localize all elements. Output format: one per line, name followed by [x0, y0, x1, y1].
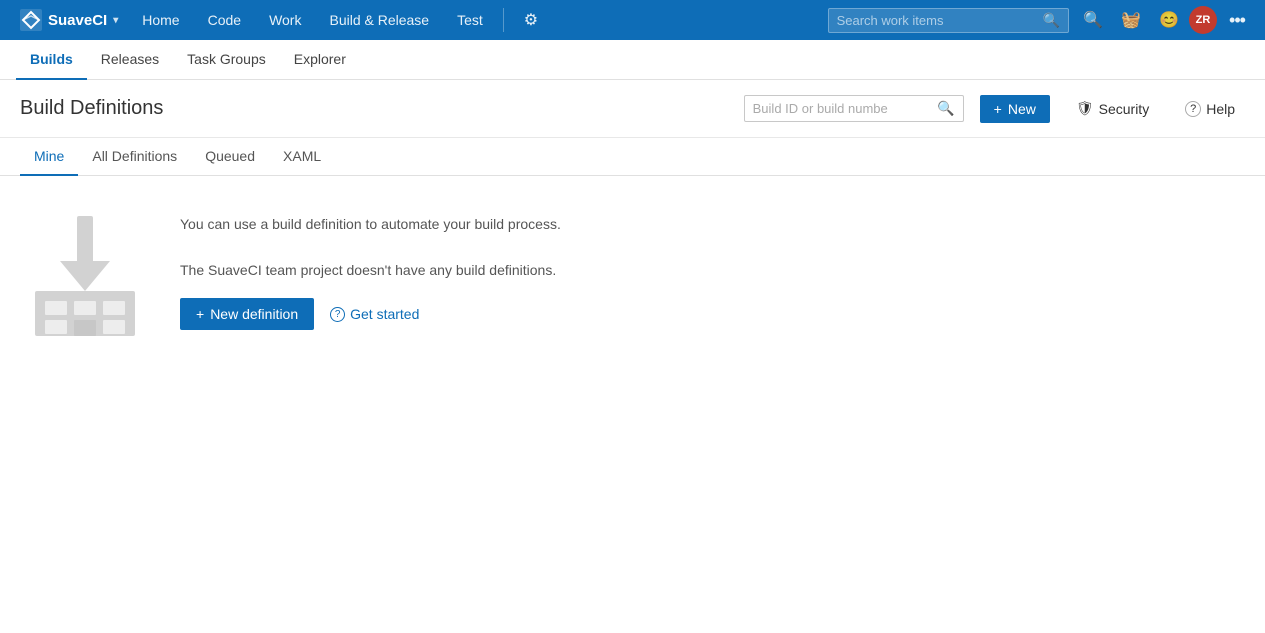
help-icon: ? [1185, 101, 1201, 117]
nav-items: Home Code Work Build & Release Test ⚙ [128, 0, 552, 40]
build-empty-state-icon [20, 206, 150, 346]
nav-settings-icon[interactable]: ⚙ [510, 0, 552, 40]
new-button[interactable]: + New [980, 95, 1050, 123]
page-title: Build Definitions [20, 97, 728, 120]
tab-mine[interactable]: Mine [20, 138, 78, 176]
build-search-input[interactable] [753, 101, 932, 116]
sub-nav-releases[interactable]: Releases [87, 41, 173, 80]
new-definition-label: New definition [210, 306, 298, 322]
nav-separator [503, 8, 504, 32]
security-button-label: Security [1099, 101, 1150, 117]
content-empty-message: The SuaveCI team project doesn't have an… [180, 262, 1245, 278]
build-icon-container [20, 206, 150, 349]
nav-search[interactable]: 🔍 [828, 8, 1069, 33]
tab-xaml[interactable]: XAML [269, 138, 335, 176]
page-header: Build Definitions 🔍 + New 🛡 Security ? H… [0, 80, 1265, 138]
new-definition-button[interactable]: + New definition [180, 298, 314, 330]
nav-item-build-release[interactable]: Build & Release [315, 0, 443, 40]
content-area: You can use a build definition to automa… [180, 206, 1245, 330]
get-started-link[interactable]: ? Get started [330, 306, 419, 322]
content-description: You can use a build definition to automa… [180, 216, 1245, 232]
more-icon[interactable]: ••• [1219, 2, 1255, 38]
search-icon: 🔍 [1043, 12, 1060, 29]
nav-icons: 🔍 🧺 😊 ZR ••• [1069, 2, 1255, 38]
new-button-plus-icon: + [994, 101, 1002, 117]
avatar[interactable]: ZR [1189, 6, 1217, 34]
notifications-icon[interactable]: 🔍 [1075, 2, 1111, 38]
nav-item-test[interactable]: Test [443, 0, 497, 40]
nav-item-home[interactable]: Home [128, 0, 193, 40]
search-input[interactable] [837, 13, 1037, 28]
brand-name: SuaveCI [48, 12, 107, 29]
new-definition-plus-icon: + [196, 306, 204, 322]
build-search-icon: 🔍 [937, 100, 954, 117]
content-tabs: Mine All Definitions Queued XAML [0, 138, 1265, 176]
build-search[interactable]: 🔍 [744, 95, 964, 122]
security-button[interactable]: 🛡 Security [1066, 94, 1159, 123]
tab-all-definitions[interactable]: All Definitions [78, 138, 191, 176]
shield-icon: 🛡 [1076, 100, 1094, 117]
get-started-label: Get started [350, 306, 419, 322]
nav-item-code[interactable]: Code [194, 0, 255, 40]
tab-queued[interactable]: Queued [191, 138, 269, 176]
main-content: You can use a build definition to automa… [0, 176, 1265, 379]
content-actions: + New definition ? Get started [180, 298, 1245, 330]
brand[interactable]: SuaveCI ▾ [10, 9, 128, 31]
get-started-help-icon: ? [330, 307, 345, 322]
top-nav: SuaveCI ▾ Home Code Work Build & Release… [0, 0, 1265, 40]
new-button-label: New [1008, 101, 1036, 117]
sub-nav: Builds Releases Task Groups Explorer [0, 40, 1265, 80]
sub-nav-explorer[interactable]: Explorer [280, 41, 360, 80]
profile-icon[interactable]: 😊 [1151, 2, 1187, 38]
sub-nav-task-groups[interactable]: Task Groups [173, 41, 280, 80]
sub-nav-builds[interactable]: Builds [16, 41, 87, 80]
help-button-label: Help [1206, 101, 1235, 117]
basket-icon[interactable]: 🧺 [1113, 2, 1149, 38]
help-button[interactable]: ? Help [1175, 95, 1245, 123]
nav-item-work[interactable]: Work [255, 0, 315, 40]
brand-chevron-icon: ▾ [113, 15, 118, 26]
brand-logo-icon [20, 9, 42, 31]
